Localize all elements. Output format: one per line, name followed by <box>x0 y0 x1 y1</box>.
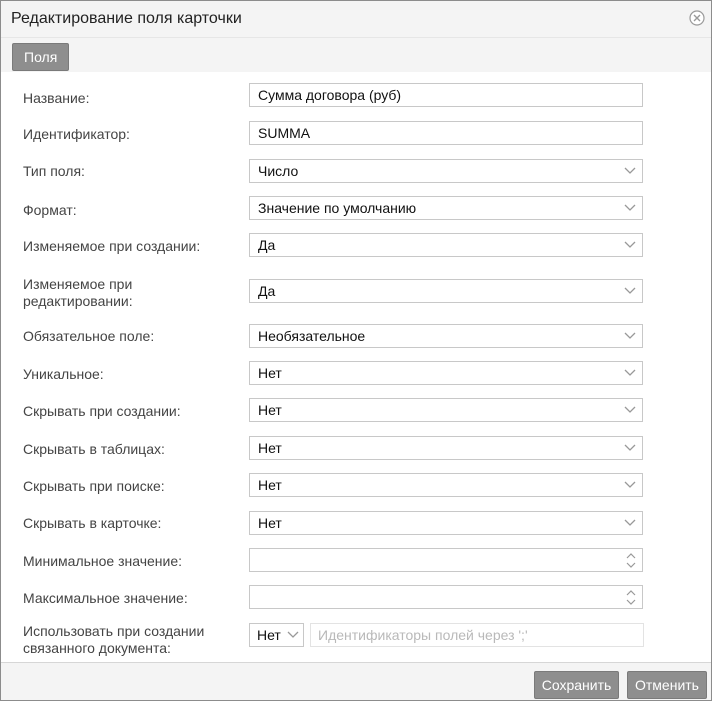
chevron-down-icon <box>624 519 636 526</box>
required-label: Обязательное поле: <box>23 328 155 344</box>
identifier-input[interactable]: SUMMA <box>249 121 643 145</box>
hide-in-tables-select[interactable]: Нет <box>249 436 643 460</box>
dialog-toolbar: Поля <box>1 38 711 72</box>
chevron-down-icon <box>624 481 636 488</box>
min-value-label: Минимальное значение: <box>23 553 183 569</box>
editable-on-create-value: Да <box>258 237 276 253</box>
chevron-down-icon <box>624 241 636 248</box>
dialog-titlebar: Редактирование поля карточки <box>1 1 711 38</box>
chevron-down-icon <box>624 406 636 413</box>
close-icon[interactable] <box>689 10 705 26</box>
tab-fields[interactable]: Поля <box>12 43 70 71</box>
use-in-linked-label-line1: Использовать при создании <box>23 623 205 639</box>
editable-on-edit-select[interactable]: Да <box>249 279 643 303</box>
field-type-value: Число <box>258 163 299 179</box>
use-in-linked-label: Использовать при создании связанного док… <box>23 623 204 657</box>
use-in-linked-select[interactable]: Нет <box>249 623 304 647</box>
use-in-linked-value: Нет <box>257 627 281 643</box>
chevron-down-icon <box>624 287 636 294</box>
hide-on-create-select[interactable]: Нет <box>249 398 643 422</box>
editable-on-edit-label-line2: редактировании: <box>23 293 133 309</box>
dialog-title: Редактирование поля карточки <box>11 10 242 27</box>
hide-in-card-select[interactable]: Нет <box>249 511 643 535</box>
hide-in-search-label: Скрывать при поиске: <box>23 478 165 494</box>
chevron-down-icon <box>624 444 636 451</box>
chevron-down-icon <box>624 204 636 211</box>
unique-value: Нет <box>258 365 282 381</box>
hide-on-create-label: Скрывать при создании: <box>23 403 181 419</box>
save-button[interactable]: Сохранить <box>534 671 619 699</box>
max-value-stepper[interactable] <box>249 585 643 609</box>
chevron-down-icon <box>624 369 636 376</box>
hide-in-search-value: Нет <box>258 477 282 493</box>
spinner-arrows-icon[interactable] <box>626 552 636 569</box>
format-select[interactable]: Значение по умолчанию <box>249 196 643 220</box>
max-value-label: Максимальное значение: <box>23 590 188 606</box>
field-type-label: Тип поля: <box>23 163 85 179</box>
chevron-down-icon <box>624 167 636 174</box>
editable-on-create-select[interactable]: Да <box>249 233 643 257</box>
cancel-button[interactable]: Отменить <box>627 671 707 699</box>
hide-in-search-select[interactable]: Нет <box>249 473 643 497</box>
required-select[interactable]: Необязательное <box>249 324 643 348</box>
required-value: Необязательное <box>258 328 366 344</box>
hide-in-card-value: Нет <box>258 515 282 531</box>
dialog-footer: Сохранить Отменить <box>1 662 711 700</box>
edit-field-dialog: Редактирование поля карточки Поля Назван… <box>0 0 712 701</box>
chevron-down-icon <box>287 631 299 639</box>
hide-in-card-label: Скрывать в карточке: <box>23 515 162 531</box>
name-input[interactable]: Сумма договора (руб) <box>249 83 643 107</box>
unique-label: Уникальное: <box>23 366 104 382</box>
editable-on-edit-label-line1: Изменяемое при <box>23 276 133 292</box>
field-form: Название: Сумма договора (руб) Идентифик… <box>1 72 711 662</box>
field-ids-input[interactable]: Идентификаторы полей через ';' <box>310 623 644 647</box>
chevron-down-icon <box>624 332 636 339</box>
hide-in-tables-value: Нет <box>258 440 282 456</box>
editable-on-edit-label: Изменяемое при редактировании: <box>23 276 133 310</box>
editable-on-edit-value: Да <box>258 283 276 299</box>
field-type-select[interactable]: Число <box>249 159 643 183</box>
hide-on-create-value: Нет <box>258 402 282 418</box>
spinner-arrows-icon[interactable] <box>626 589 636 606</box>
identifier-label: Идентификатор: <box>23 126 130 142</box>
editable-on-create-label: Изменяемое при создании: <box>23 238 201 254</box>
format-label: Формат: <box>23 202 77 218</box>
unique-select[interactable]: Нет <box>249 361 643 385</box>
name-label: Название: <box>23 90 90 106</box>
min-value-stepper[interactable] <box>249 548 643 572</box>
format-value: Значение по умолчанию <box>258 200 417 216</box>
hide-in-tables-label: Скрывать в таблицах: <box>23 441 165 457</box>
use-in-linked-label-line2: связанного документа: <box>23 640 171 656</box>
